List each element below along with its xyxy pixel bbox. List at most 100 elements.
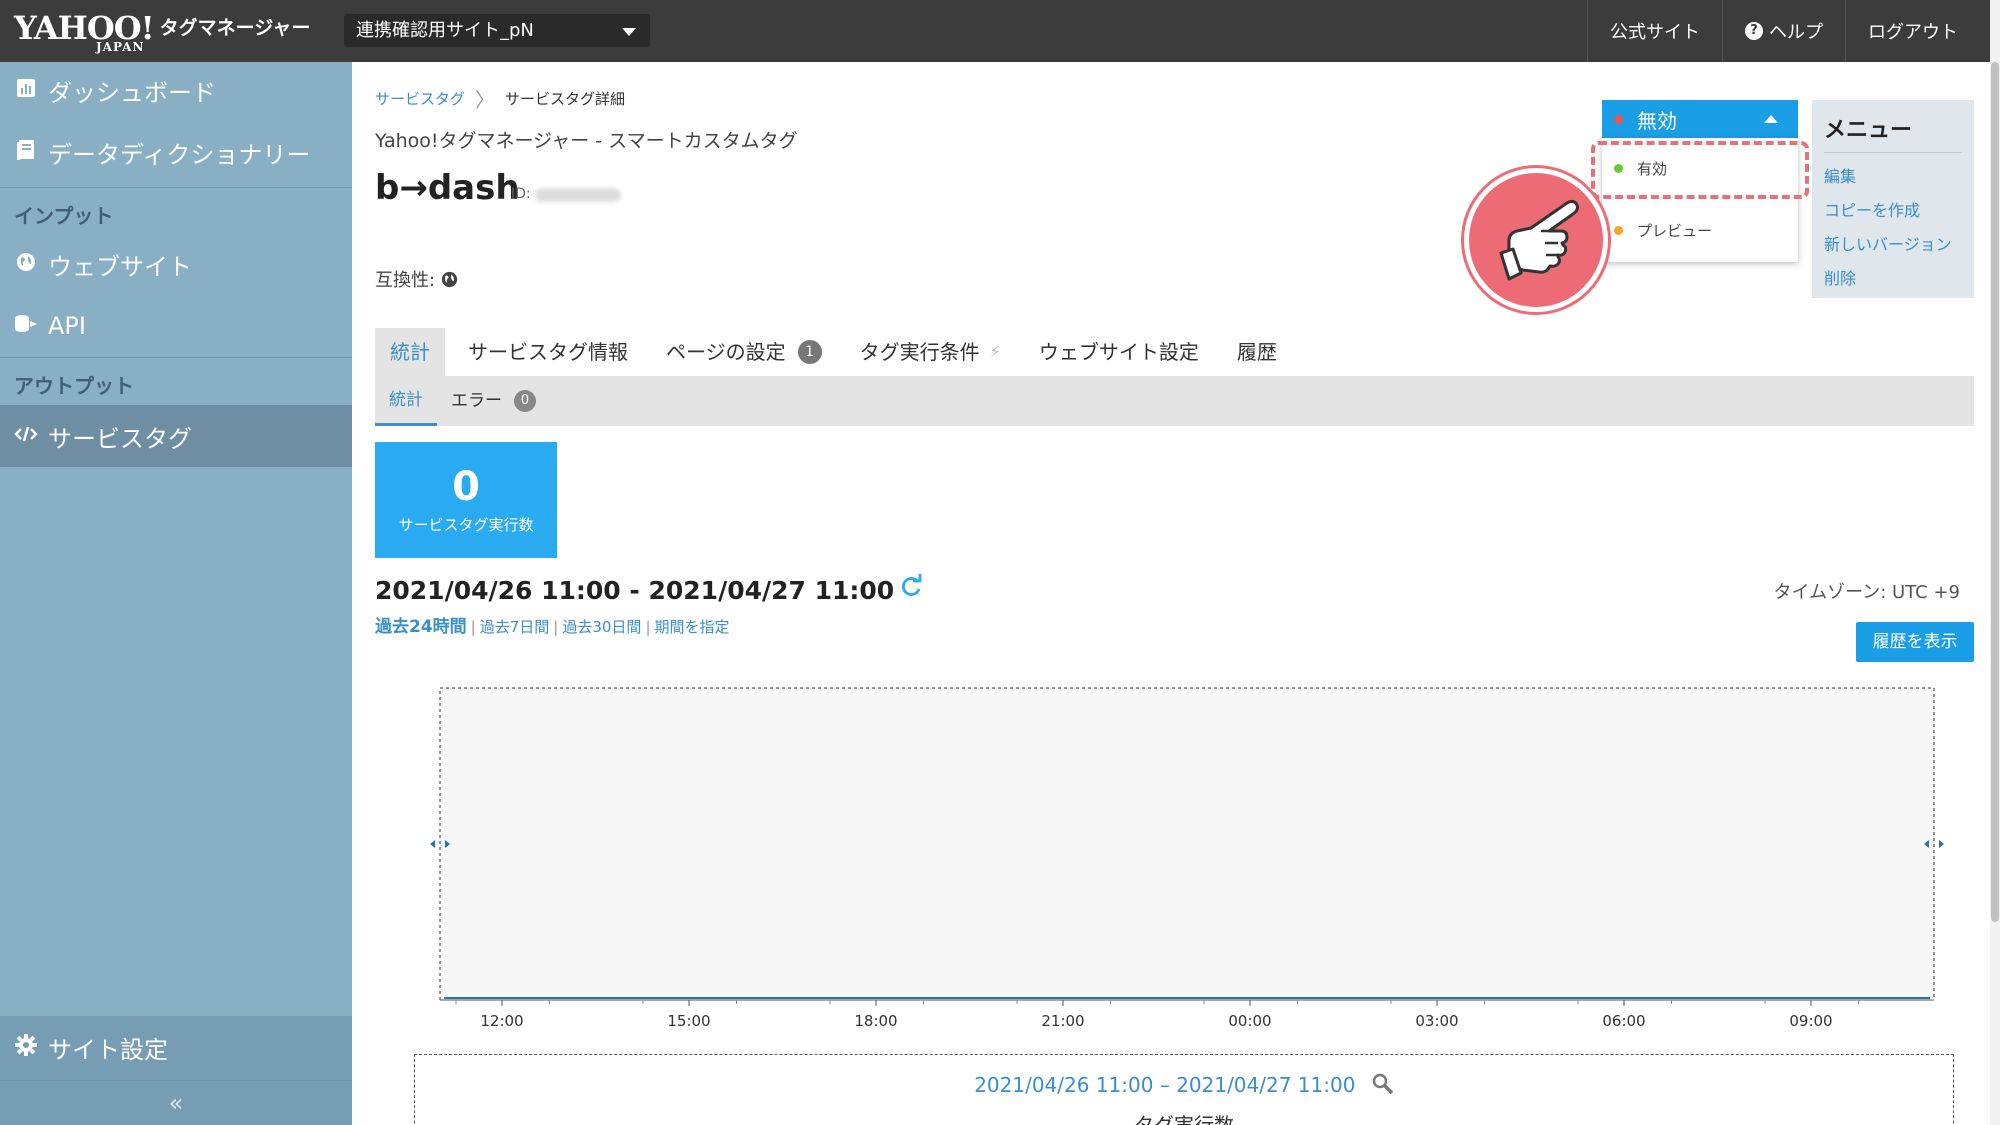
period-30d-link[interactable]: 過去30日間: [562, 618, 641, 636]
breadcrumb-current: サービスタグ詳細: [505, 90, 626, 108]
x-tick-label: 15:00: [667, 1012, 710, 1030]
period-selector: 過去24時間 | 過去7日間 | 過去30日間 | 期間を指定: [375, 617, 730, 637]
globe-icon: [14, 252, 38, 277]
show-history-button[interactable]: 履歴を表示: [1856, 622, 1974, 662]
subtab-label: エラー: [451, 391, 502, 411]
period-7d-link[interactable]: 過去7日間: [480, 618, 550, 636]
period-custom-link[interactable]: 期間を指定: [655, 618, 730, 636]
menu-copy-link[interactable]: コピーを作成: [1824, 197, 1962, 221]
database-arrow-icon: [14, 314, 38, 339]
product-name: タグマネージャー: [159, 17, 311, 39]
magnifier-icon[interactable]: [1372, 1073, 1394, 1100]
subtab-statistics[interactable]: 統計: [375, 376, 437, 426]
help-link[interactable]: ? ヘルプ: [1722, 0, 1845, 62]
status-dot-disabled: [1614, 114, 1623, 124]
logo-subtext: JAPAN: [96, 40, 145, 54]
chevron-right-icon: 〉: [475, 88, 496, 112]
status-dot-preview: [1614, 226, 1623, 235]
sidebar-heading-output: アウトプット: [14, 374, 134, 398]
globe-icon: [441, 271, 458, 288]
breadcrumb: サービスタグ 〉 サービスタグ詳細: [375, 84, 625, 113]
tab-label: タグ実行条件: [859, 340, 980, 364]
execution-count-label: サービスタグ実行数: [398, 516, 534, 534]
gear-icon: [14, 1033, 38, 1061]
x-tick-label: 21:00: [1041, 1012, 1084, 1030]
status-option-preview[interactable]: プレビュー: [1614, 220, 1712, 241]
caret-down-icon: [622, 28, 636, 36]
tag-type-subtitle: Yahoo!タグマネージャー - スマートカスタムタグ: [375, 130, 798, 152]
main-tabs: 統計 サービスタグ情報 ページの設定 1 タグ実行条件 ⚡ ウェブサイト設定 履…: [375, 328, 1300, 376]
compatibility-label: 互換性:: [375, 270, 436, 291]
code-icon: [14, 424, 38, 448]
official-site-label: 公式サイト: [1610, 22, 1700, 43]
official-site-link[interactable]: 公式サイト: [1587, 0, 1722, 62]
sidebar-item-data-dictionary[interactable]: データディクショナリー: [0, 120, 352, 184]
menu-delete-link[interactable]: 削除: [1824, 265, 1962, 289]
tab-page-settings[interactable]: ページの設定 1: [651, 328, 837, 376]
logout-link[interactable]: ログアウト: [1845, 0, 1980, 62]
lightning-icon: ⚡: [989, 342, 1001, 361]
yahoo-logo[interactable]: YAHOO! JAPAN タグマネージャー: [14, 6, 310, 56]
timezone-label: タイムゾーン: UTC +9: [1773, 582, 1960, 603]
x-tick-label: 00:00: [1228, 1012, 1271, 1030]
scrollbar-thumb[interactable]: [1991, 62, 1999, 922]
sidebar-item-website[interactable]: ウェブサイト: [0, 236, 352, 292]
refresh-icon[interactable]: [898, 574, 924, 607]
x-tick-label: 09:00: [1789, 1012, 1832, 1030]
sidebar-item-service-tag[interactable]: サービスタグ: [0, 405, 352, 467]
pointing-hand-icon: [1464, 168, 1608, 312]
tab-label: 履歴: [1236, 340, 1277, 364]
tab-label: ウェブサイト設定: [1038, 340, 1199, 364]
sidebar-item-label: データディクショナリー: [48, 140, 311, 169]
highlight-dashed-box: [1591, 141, 1809, 199]
site-select[interactable]: 連携確認用サイト_pN: [344, 14, 650, 47]
tab-service-tag-info[interactable]: サービスタグ情報: [453, 328, 643, 376]
date-range-text: 2021/04/26 11:00 - 2021/04/27 11:00: [375, 576, 895, 605]
sidebar-heading-input: インプット: [14, 204, 114, 228]
sidebar-item-site-settings[interactable]: サイト設定: [0, 1016, 352, 1078]
site-select-value: 連携確認用サイト_pN: [356, 20, 534, 41]
menu-new-version-link[interactable]: 新しいバージョン: [1824, 231, 1962, 255]
breadcrumb-link-service-tag[interactable]: サービスタグ: [375, 88, 465, 109]
sidebar-item-label: ダッシュボード: [48, 78, 216, 107]
execution-count-card: 0 サービスタグ実行数: [375, 442, 557, 558]
execution-chart: 12:00 15:00 18:00 21:00 00:00 03:00 06:00 09:00: [424, 684, 1964, 1044]
summary-series-label: タグ実行数: [1134, 1113, 1234, 1125]
compatibility: 互換性:: [375, 266, 458, 292]
x-tick-label: 06:00: [1602, 1012, 1645, 1030]
tab-label: サービスタグ情報: [468, 340, 628, 364]
top-header: YAHOO! JAPAN タグマネージャー 連携確認用サイト_pN 公式サイト …: [0, 0, 1990, 62]
status-current-label: 無効: [1637, 108, 1677, 133]
top-nav: 公式サイト ? ヘルプ ログアウト: [1587, 0, 1980, 62]
sidebar-item-api[interactable]: API: [0, 298, 352, 354]
tab-label: ページの設定: [666, 340, 786, 364]
page-scrollbar[interactable]: [1990, 0, 2000, 1125]
x-tick-label: 12:00: [480, 1012, 523, 1030]
sidebar-item-label: サイト設定: [48, 1035, 168, 1064]
tab-history[interactable]: 履歴: [1222, 328, 1292, 376]
sidebar-divider: [0, 357, 352, 358]
count-badge: 0: [514, 390, 536, 412]
sidebar-item-label: API: [48, 312, 86, 340]
execution-count-value: 0: [452, 464, 480, 510]
sidebar-item-label: サービスタグ: [48, 424, 192, 453]
date-range-title: 2021/04/26 11:00 - 2021/04/27 11:00: [375, 574, 924, 607]
status-option-label: プレビュー: [1637, 222, 1713, 240]
menu-edit-link[interactable]: 編集: [1824, 163, 1962, 187]
summary-range-text[interactable]: 2021/04/26 11:00 – 2021/04/27 11:00: [974, 1073, 1355, 1097]
sidebar: ダッシュボード データディクショナリー インプット ウェブサイト API アウト…: [0, 62, 352, 1125]
sidebar-collapse-button[interactable]: «: [0, 1080, 352, 1125]
tab-execution-conditions[interactable]: タグ実行条件 ⚡: [845, 328, 1016, 376]
sidebar-item-dashboard[interactable]: ダッシュボード: [0, 62, 352, 118]
subtab-errors[interactable]: エラー 0: [437, 376, 550, 426]
page-title: b→dash: [375, 168, 520, 208]
range-summary-panel: 2021/04/26 11:00 – 2021/04/27 11:00 タグ実行…: [414, 1054, 1954, 1125]
book-icon: [14, 139, 38, 166]
sidebar-item-label: ウェブサイト: [48, 252, 192, 281]
tab-statistics[interactable]: 統計: [375, 328, 445, 376]
count-badge: 1: [797, 340, 822, 364]
caret-up-icon: [1764, 115, 1778, 123]
period-24h-link[interactable]: 過去24時間: [375, 617, 467, 637]
status-dropdown-button[interactable]: 無効: [1602, 100, 1798, 138]
tab-website-settings[interactable]: ウェブサイト設定: [1024, 328, 1214, 376]
